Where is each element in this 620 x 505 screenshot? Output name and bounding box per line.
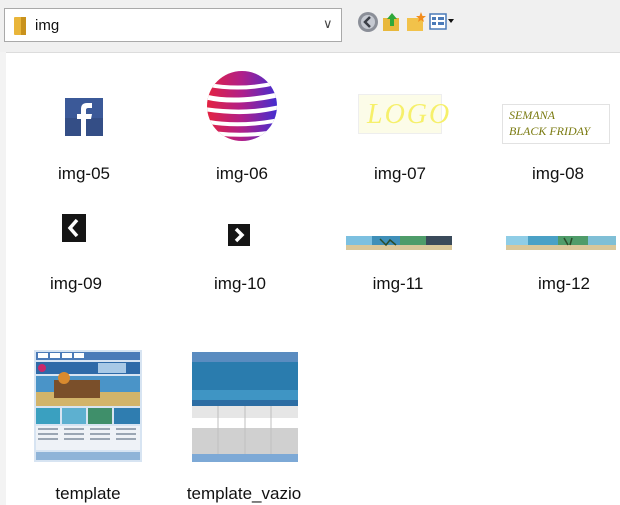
striped-sphere-logo xyxy=(204,68,280,144)
file-name: img-07 xyxy=(374,164,426,183)
toolbar: img ∨ xyxy=(0,0,620,53)
file-item-img-08[interactable]: SEMANA BLACK FRIDAY img-08 xyxy=(488,72,620,192)
file-item-img-10[interactable]: img-10 xyxy=(170,202,310,302)
chevron-down-icon[interactable]: ∨ xyxy=(323,16,333,32)
new-folder-icon[interactable] xyxy=(404,10,428,34)
beach-banner xyxy=(506,236,616,250)
file-item-img-09[interactable]: img-09 xyxy=(6,202,146,302)
up-folder-icon[interactable] xyxy=(380,10,404,34)
facebook-icon xyxy=(65,98,103,136)
empty-template-preview xyxy=(192,352,298,462)
file-item-img-05[interactable]: img-05 xyxy=(14,90,154,190)
black-friday-banner: SEMANA BLACK FRIDAY xyxy=(502,104,610,144)
view-menu-icon[interactable] xyxy=(428,10,456,34)
back-icon[interactable] xyxy=(356,10,380,34)
file-name: img-12 xyxy=(538,274,590,293)
logo-thumbnail: LOGO xyxy=(358,94,449,134)
folder-icon xyxy=(14,17,26,35)
file-item-template[interactable]: template xyxy=(18,342,158,503)
banner-text-line1: SEMANA xyxy=(509,108,555,122)
file-item-img-11[interactable]: img-11 xyxy=(328,202,468,302)
file-item-template_vazio[interactable]: template_vazio xyxy=(174,342,314,503)
template-page-preview xyxy=(34,350,142,462)
banner-text-line2: BLACK FRIDAY xyxy=(509,124,591,138)
file-name: img-08 xyxy=(532,164,584,183)
file-item-img-07[interactable]: LOGO img-07 xyxy=(330,72,470,192)
path-text[interactable]: img xyxy=(35,17,59,34)
file-name: template_vazio xyxy=(186,484,302,503)
chevron-left-icon xyxy=(62,214,86,242)
path-combobox[interactable]: img ∨ xyxy=(4,8,342,42)
file-name: img-09 xyxy=(50,274,102,293)
logo-text: LOGO xyxy=(367,99,452,130)
file-item-img-12[interactable]: img-12 xyxy=(494,202,620,302)
file-name: img-11 xyxy=(372,274,424,293)
chevron-right-icon xyxy=(228,224,250,246)
file-name: img-06 xyxy=(216,164,268,183)
beach-banner xyxy=(346,236,452,250)
file-grid: img-05 img-06 LOGO img-07 SEMANA BLACK F… xyxy=(0,52,620,505)
file-name: img-05 xyxy=(58,164,110,183)
file-item-img-06[interactable]: img-06 xyxy=(172,68,312,192)
file-name: img-10 xyxy=(214,274,266,293)
file-name: template xyxy=(55,484,121,503)
